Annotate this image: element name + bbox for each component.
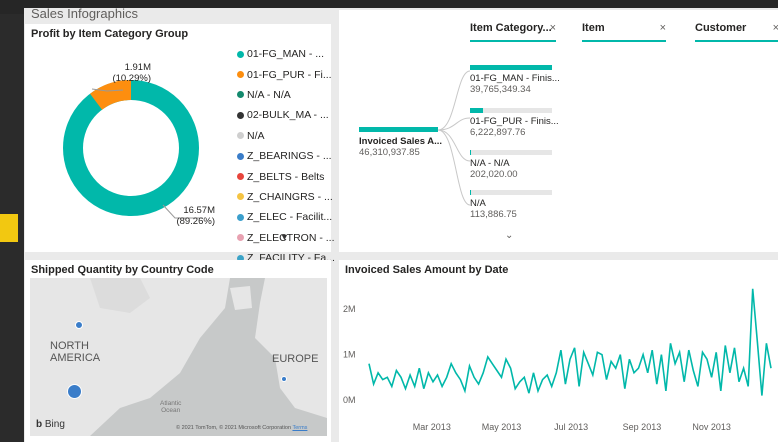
slicer-customer[interactable]: Customer ×	[695, 22, 778, 34]
tree-node[interactable]: 01-FG_PUR - Finis... 6,222,897.76	[470, 116, 559, 138]
big-value-label: 16.57M (89.26%)	[176, 205, 215, 227]
bing-logo: b Bing	[36, 419, 65, 430]
x-tick-label: Sep 2013	[623, 422, 662, 432]
map-label-europe: EUROPE	[272, 353, 319, 365]
decomposition-tile[interactable]: Item Category... × Item × Customer × Invoic…	[339, 10, 778, 252]
donut-ring[interactable]	[63, 80, 199, 216]
legend-dot-icon	[237, 152, 244, 160]
close-icon[interactable]: ×	[660, 22, 666, 34]
line-chart-tile[interactable]: Invoiced Sales Amount by Date 2M 1M 0M Mar …	[339, 260, 778, 442]
tree-node-bar[interactable]	[470, 108, 483, 113]
line-chart[interactable]: 2M 1M 0M Mar 2013 May 2013 Jul 2013 Sep 2013 No…	[339, 260, 778, 442]
tree-root[interactable]: Invoiced Sales A... 46,310,937.85	[359, 136, 442, 158]
legend-item[interactable]: Z_ELEC - Facilit...	[237, 207, 335, 227]
map-bubble[interactable]	[281, 376, 287, 382]
legend-dot-icon	[237, 234, 244, 242]
map-label-north-america: NORTH AMERICA	[50, 340, 101, 364]
legend-label: N/A - N/A	[247, 88, 291, 101]
slicer-underline	[695, 40, 778, 42]
map-view[interactable]: NORTH AMERICA EUROPE Atlantic Ocean b Bi…	[30, 278, 327, 436]
legend-label: Z_ELEC - Facilit...	[247, 211, 333, 224]
legend-dot-icon	[237, 132, 244, 140]
y-tick-label: 2M	[343, 304, 356, 314]
tree-node-bar-bg	[470, 150, 552, 155]
map-title: Shipped Quantity by Country Code	[31, 264, 214, 276]
legend-label: Z_BELTS - Belts	[247, 170, 325, 183]
x-tick-label: Mar 2013	[413, 422, 451, 432]
legend-dot-icon	[237, 193, 244, 201]
y-tick-label: 1M	[343, 350, 356, 360]
tree-node-bar[interactable]	[470, 65, 552, 70]
close-icon[interactable]: ×	[773, 22, 778, 34]
legend-item[interactable]: 01-FG_PUR - Fi...	[237, 64, 335, 84]
tree-node-bar-bg	[470, 190, 552, 195]
legend-item[interactable]: 01-FG_MAN - ...	[237, 44, 335, 64]
legend-dot-icon	[237, 213, 244, 221]
legend-dot-icon	[237, 173, 244, 181]
tree-node[interactable]: 01-FG_MAN - Finis... 39,765,349.34	[470, 73, 560, 95]
report-title: Sales Infographics	[31, 6, 138, 21]
terms-link[interactable]: Terms	[292, 425, 307, 431]
map-copyright: © 2021 TomTom, © 2021 Microsoft Corporat…	[176, 425, 308, 431]
small-value-label: 1.91M (10.29%)	[112, 62, 151, 84]
legend-item[interactable]: N/A - N/A	[237, 85, 335, 105]
chevron-down-icon[interactable]: ▼	[280, 232, 289, 242]
slicer-item[interactable]: Item ×	[582, 22, 666, 34]
legend-label: N/A	[247, 129, 265, 142]
map-bubble[interactable]	[67, 384, 82, 399]
legend-item[interactable]: Z_CHAINGRS - ...	[237, 187, 335, 207]
legend-dot-icon	[237, 111, 244, 119]
chevron-down-icon[interactable]: ⌄	[505, 230, 513, 241]
close-icon[interactable]: ×	[550, 22, 556, 34]
slicer-underline	[582, 40, 666, 42]
donut-tile[interactable]: Profit by Item Category Group 1.91M (10.…	[25, 24, 335, 264]
slicer-item-category[interactable]: Item Category... ×	[470, 22, 556, 34]
legend-dot-icon	[237, 71, 244, 79]
tree-node-bar[interactable]	[470, 190, 471, 195]
accent-marker	[0, 214, 18, 242]
legend-dot-icon	[237, 91, 244, 99]
tree-root-bar[interactable]	[359, 127, 438, 132]
tree-node[interactable]: N/A - N/A 202,020.00	[470, 158, 518, 180]
legend-label: 01-FG_PUR - Fi...	[247, 68, 332, 81]
legend-item[interactable]: N/A	[237, 126, 335, 146]
x-tick-label: Jul 2013	[554, 422, 588, 432]
legend-label: 01-FG_MAN - ...	[247, 48, 325, 61]
legend-label: 02-BULK_MA - ...	[247, 109, 329, 122]
legend-dot-icon	[237, 50, 244, 58]
tree-node[interactable]: N/A 113,886.75	[470, 198, 517, 220]
x-tick-label: Nov 2013	[692, 422, 731, 432]
legend-item[interactable]: 02-BULK_MA - ...	[237, 105, 335, 125]
tree-node-bar[interactable]	[470, 150, 471, 155]
map-label-ocean: Atlantic Ocean	[160, 400, 182, 414]
legend-label: Z_CHAINGRS - ...	[247, 190, 333, 203]
x-tick-label: May 2013	[482, 422, 522, 432]
donut-slice-fg-pur[interactable]	[90, 80, 132, 110]
legend-label: Z_ELECTRON - ...	[247, 231, 335, 244]
sales-line[interactable]	[368, 288, 772, 396]
legend-item[interactable]: Z_BELTS - Belts	[237, 166, 335, 186]
y-tick-label: 0M	[343, 395, 356, 405]
legend-item[interactable]: Z_BEARINGS - ...	[237, 146, 335, 166]
map-bubble[interactable]	[75, 321, 83, 329]
slicer-underline	[470, 40, 556, 42]
donut-chart[interactable]	[25, 24, 255, 249]
legend-label: Z_BEARINGS - ...	[247, 150, 332, 163]
